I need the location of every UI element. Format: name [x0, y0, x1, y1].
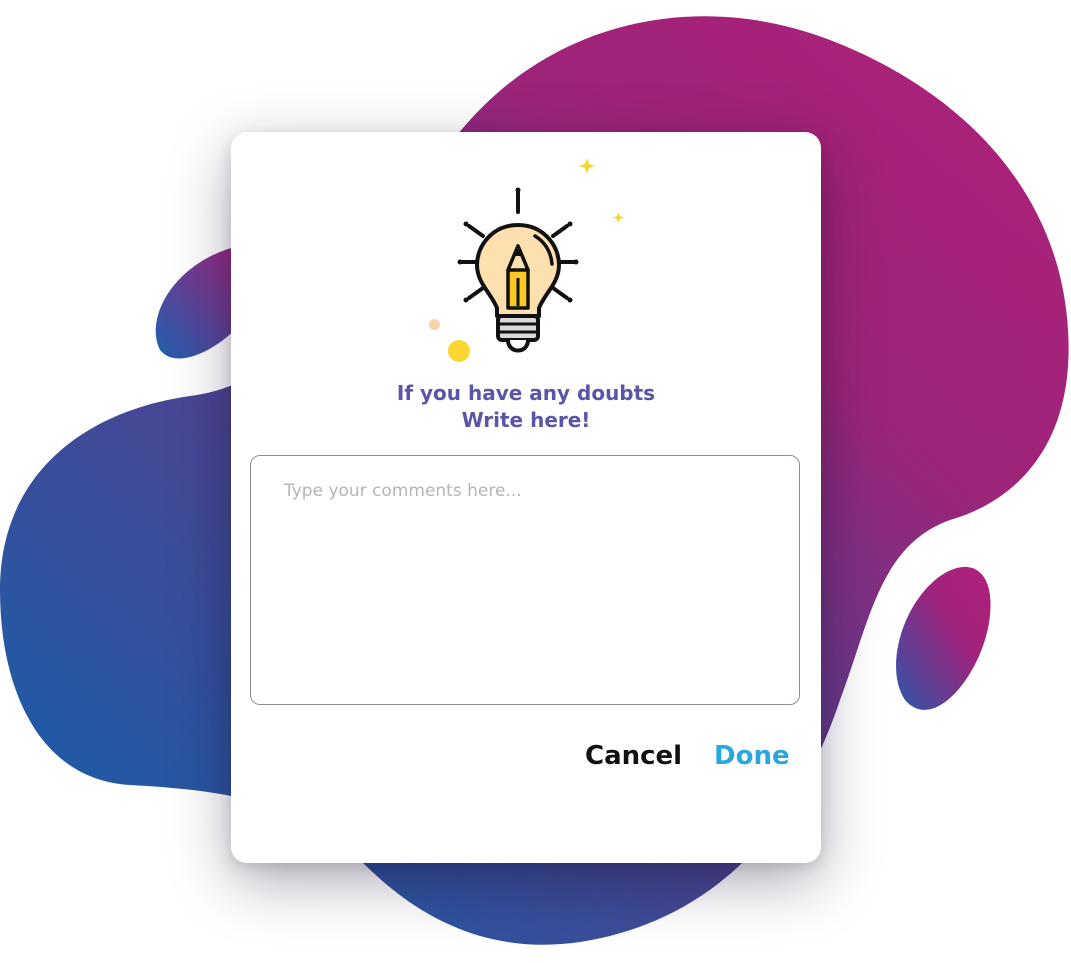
sparkle-icon [613, 212, 624, 223]
done-button[interactable]: Done [714, 736, 790, 776]
dialog-heading: If you have any doubts Write here! [231, 380, 821, 434]
lightbulb-pencil-icon [457, 187, 579, 353]
feedback-dialog: If you have any doubts Write here! Cance… [231, 132, 821, 863]
heading-line-2: Write here! [461, 408, 591, 432]
feedback-screen: If you have any doubts Write here! Cance… [0, 0, 1071, 963]
sparkle-icon [579, 158, 595, 174]
decorative-dot [448, 340, 470, 362]
comments-textarea[interactable] [250, 455, 800, 705]
cancel-button[interactable]: Cancel [585, 736, 682, 776]
dialog-actions: Cancel Done [231, 736, 821, 776]
small-blob-right [896, 566, 991, 710]
decorative-dot [429, 319, 440, 330]
heading-line-1: If you have any doubts [396, 381, 656, 405]
